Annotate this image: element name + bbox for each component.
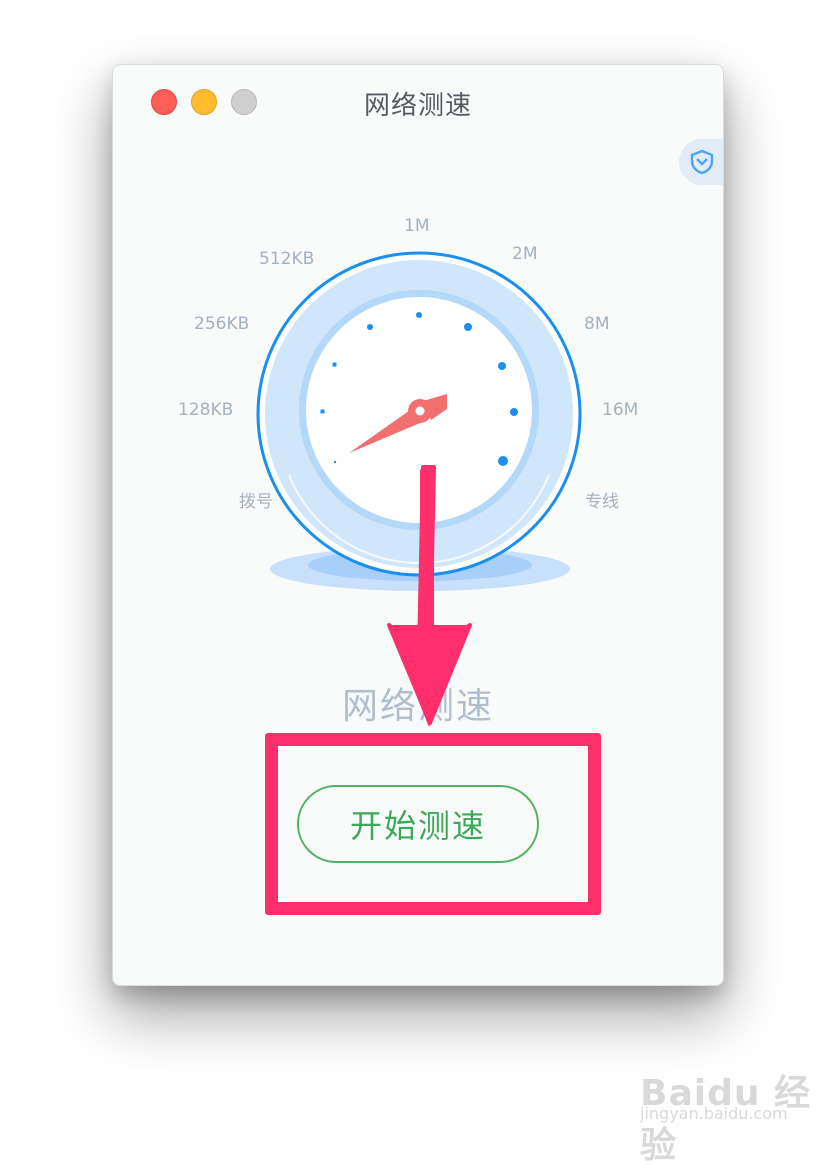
scale-label-dedicated-line: 专线	[585, 492, 619, 512]
watermark-url: jingyan.baidu.com	[640, 1104, 788, 1123]
scale-label-dialup: 拨号	[239, 492, 273, 512]
speed-test-caption: 网络测速	[341, 686, 494, 727]
scale-label-8m: 8M	[584, 314, 609, 334]
scale-label-256kb: 256KB	[194, 314, 249, 334]
start-speed-test-button[interactable]: 开始测速	[297, 785, 539, 863]
scale-label-512kb: 512KB	[259, 249, 314, 269]
scale-label-128kb: 128KB	[178, 400, 233, 420]
speed-test-window: 网络测速 拨号 128KB 256KB 512KB 1M 2M 8M 16M 专…	[112, 64, 724, 986]
scale-label-16m: 16M	[602, 400, 638, 420]
scale-label-2m: 2M	[512, 244, 537, 264]
speed-gauge: 拨号 128KB 256KB 512KB 1M 2M 8M 16M 专线	[178, 216, 638, 591]
scale-label-1m: 1M	[404, 216, 429, 236]
